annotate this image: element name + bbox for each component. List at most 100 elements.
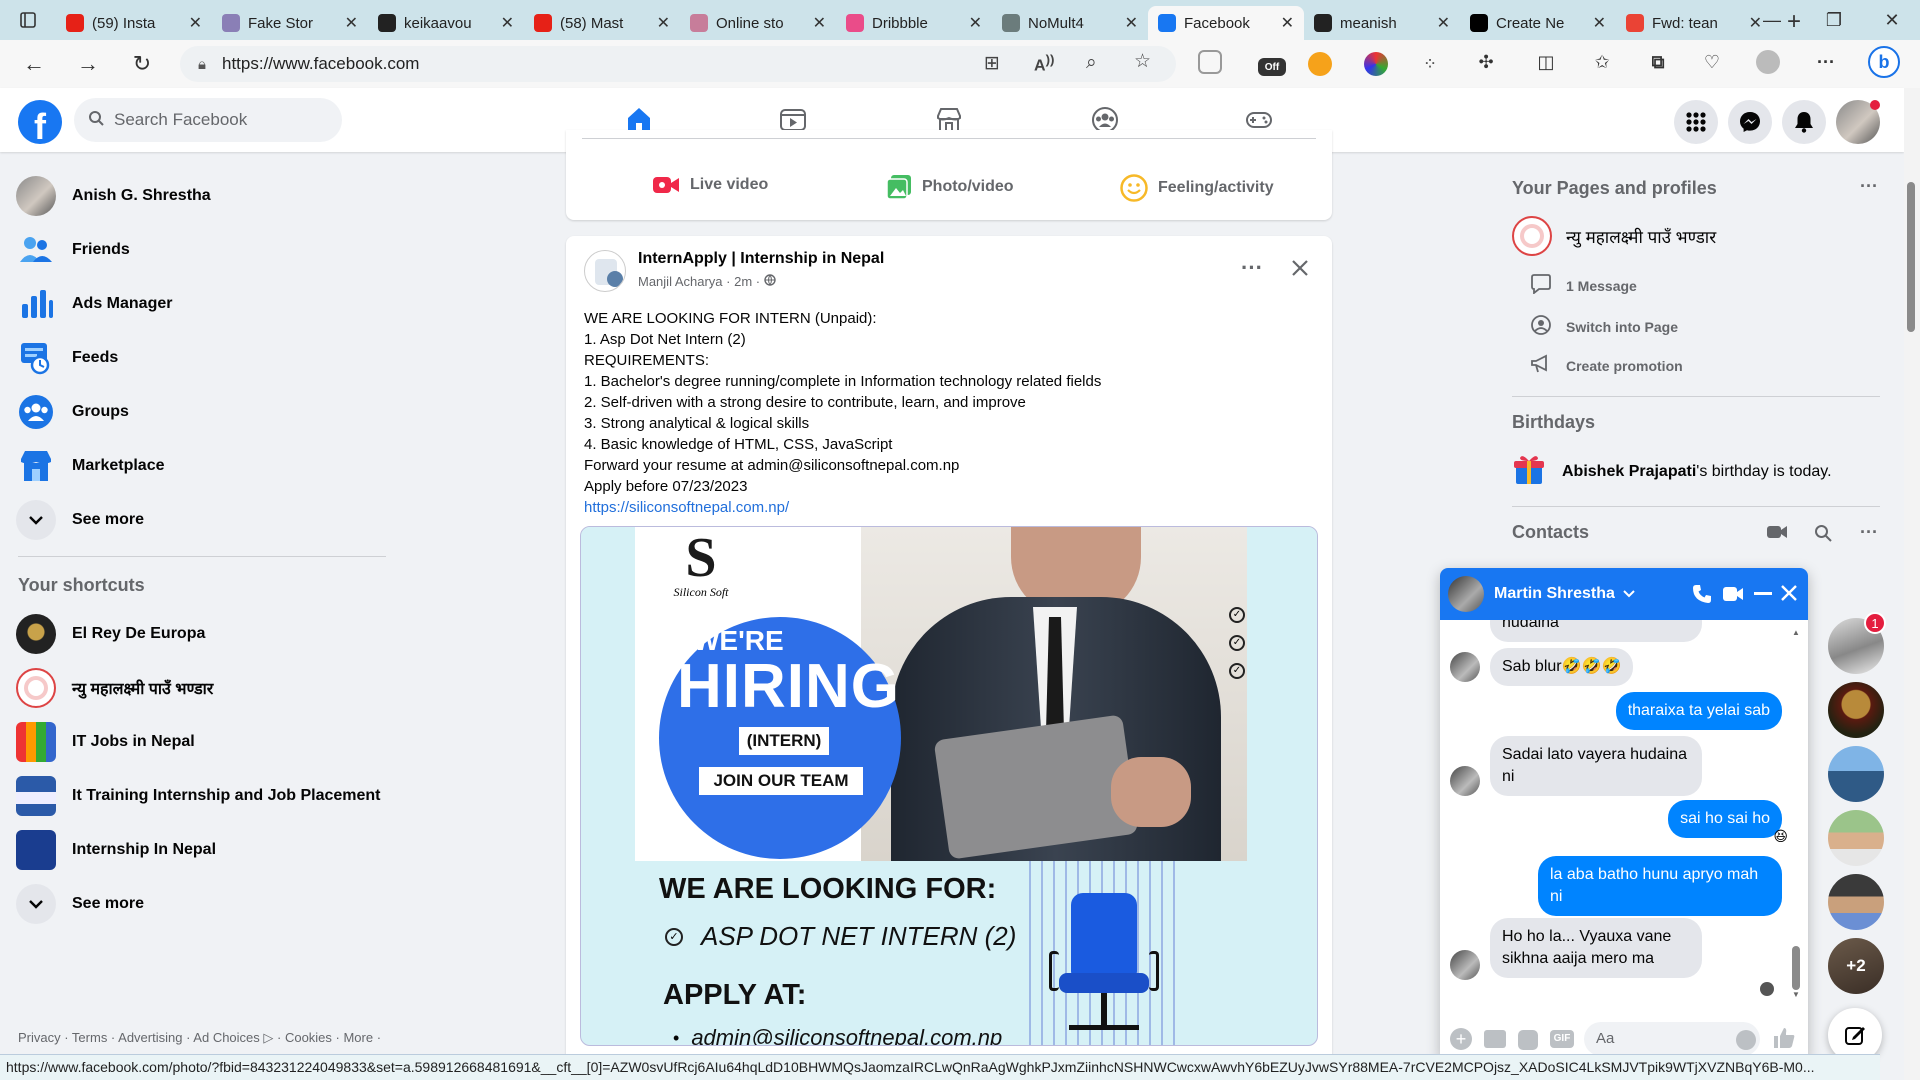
app-available-icon[interactable]: ⊞ xyxy=(984,52,1000,75)
post-image[interactable]: ✓ ✓ ✓ S Silicon Soft WE'RE HIRING (INTER… xyxy=(580,526,1318,1046)
favorites-icon[interactable]: ✩ xyxy=(1590,50,1614,74)
split-screen-icon[interactable]: ◫ xyxy=(1534,50,1558,74)
extensions-puzzle-icon[interactable]: ✣ xyxy=(1474,50,1498,74)
browser-tab[interactable]: (58) Mast ✕ xyxy=(524,6,680,40)
tab-actions-icon[interactable] xyxy=(0,0,56,40)
page-profile-item[interactable]: न्यु महालक्ष्मी पाउँ भण्डार xyxy=(1512,216,1716,256)
restore-window-button[interactable]: ❐ xyxy=(1806,0,1862,40)
pages-more-options-icon[interactable]: ··· xyxy=(1860,176,1878,197)
page-messages-link[interactable]: 1 Message xyxy=(1530,274,1637,297)
sidebar-item-marketplace[interactable]: Marketplace xyxy=(16,440,386,492)
feeling-activity-button[interactable]: Feeling/activity xyxy=(1120,174,1274,202)
sidebar-item-groups[interactable]: Groups xyxy=(16,386,386,438)
chevron-down-icon[interactable] xyxy=(1623,585,1635,603)
post-close-icon[interactable] xyxy=(1282,250,1318,286)
close-tab-icon[interactable]: ✕ xyxy=(189,13,202,33)
sidebar-see-more-button[interactable]: See more xyxy=(16,494,386,546)
forward-button[interactable]: → xyxy=(68,44,108,84)
close-tab-icon[interactable]: ✕ xyxy=(501,13,514,33)
shortcut-it-jobs-in-nepal[interactable]: IT Jobs in Nepal xyxy=(16,716,386,768)
browser-tab[interactable]: NoMult4 ✕ xyxy=(992,6,1148,40)
minimize-chat-icon[interactable] xyxy=(1754,592,1772,595)
browser-tab[interactable]: Create Ne ✕ xyxy=(1460,6,1616,40)
chat-scrollbar[interactable]: ▲ ▼ xyxy=(1792,628,1800,999)
post-page-name[interactable]: InternApply | Internship in Nepal xyxy=(638,250,884,268)
create-promotion-link[interactable]: Create promotion xyxy=(1530,354,1683,377)
settings-more-icon[interactable]: ··· xyxy=(1814,50,1838,74)
sidebar-item-profile[interactable]: Anish G. Shrestha xyxy=(16,170,386,222)
close-tab-icon[interactable]: ✕ xyxy=(1281,13,1294,33)
browser-tab[interactable]: Dribbble ✕ xyxy=(836,6,992,40)
close-tab-icon[interactable]: ✕ xyxy=(969,13,982,33)
browser-tab[interactable]: keikaavou ✕ xyxy=(368,6,524,40)
like-icon[interactable] xyxy=(1772,1026,1796,1055)
contact-avatar[interactable] xyxy=(1828,746,1884,802)
extension-1-icon[interactable] xyxy=(1198,50,1222,74)
menu-grid-button[interactable] xyxy=(1674,100,1718,144)
contacts-more-options-icon[interactable]: ··· xyxy=(1860,522,1878,543)
shortcut-internship-in-nepal[interactable]: Internship In Nepal xyxy=(16,824,386,876)
contact-avatar[interactable] xyxy=(1828,874,1884,930)
photo-video-button[interactable]: Photo/video xyxy=(886,174,1014,200)
emoji-icon[interactable] xyxy=(1736,1030,1756,1050)
sticker-icon[interactable] xyxy=(1518,1030,1538,1050)
image-icon[interactable] xyxy=(1484,1030,1506,1048)
phone-call-icon[interactable] xyxy=(1692,584,1712,609)
close-window-button[interactable]: ✕ xyxy=(1864,0,1920,40)
shortcuts-see-more-button[interactable]: See more xyxy=(16,878,386,930)
plus-icon[interactable]: + xyxy=(1450,1028,1472,1050)
chat-contact-name[interactable]: Martin Shrestha xyxy=(1494,585,1615,603)
minimize-window-button[interactable]: — xyxy=(1744,0,1800,40)
shortcut-it-training-internship[interactable]: It Training Internship and Job Placement xyxy=(16,770,386,822)
zoom-icon[interactable]: ⌕ xyxy=(1086,52,1097,74)
browser-essentials-icon[interactable]: ♡ xyxy=(1700,50,1724,74)
favorite-star-icon[interactable]: ☆ xyxy=(1134,50,1151,73)
close-chat-icon[interactable] xyxy=(1780,584,1798,607)
chat-message-input[interactable]: Aa xyxy=(1584,1022,1760,1056)
extension-orange-icon[interactable] xyxy=(1308,52,1332,76)
post-more-options-icon[interactable]: ··· xyxy=(1234,250,1270,286)
address-bar[interactable]: 🔒︎ https://www.facebook.com xyxy=(180,46,1176,82)
close-tab-icon[interactable]: ✕ xyxy=(1437,13,1450,33)
video-call-icon[interactable] xyxy=(1722,586,1744,607)
browser-profile-icon[interactable] xyxy=(1756,50,1780,74)
chat-contact-avatar[interactable] xyxy=(1448,576,1484,612)
close-tab-icon[interactable]: ✕ xyxy=(657,13,670,33)
collections-icon[interactable]: ⧉ xyxy=(1646,50,1670,74)
switch-into-page-link[interactable]: Switch into Page xyxy=(1530,314,1678,339)
footer-links[interactable]: Privacy · Terms · Advertising · Ad Choic… xyxy=(18,1030,381,1046)
extension-dots-icon[interactable]: ⁘ xyxy=(1418,52,1442,76)
back-button[interactable]: ← xyxy=(14,44,54,84)
extension-off-icon[interactable]: Off xyxy=(1258,58,1286,76)
browser-tab[interactable]: Online sto ✕ xyxy=(680,6,836,40)
birthday-item[interactable]: Abishek Prajapati's birthday is today. xyxy=(1512,452,1832,491)
close-tab-icon[interactable]: ✕ xyxy=(1593,13,1606,33)
live-video-button[interactable]: Live video xyxy=(652,174,768,196)
browser-tab[interactable]: Facebook ✕ xyxy=(1148,6,1304,40)
post-meta[interactable]: Manjil Acharya · 2m · xyxy=(638,274,760,289)
browser-tab[interactable]: Fake Stor ✕ xyxy=(212,6,368,40)
close-tab-icon[interactable]: ✕ xyxy=(1125,13,1138,33)
messenger-button[interactable] xyxy=(1728,100,1772,144)
page-scrollbar-thumb[interactable] xyxy=(1907,182,1915,332)
browser-tab[interactable]: (59) Insta ✕ xyxy=(56,6,212,40)
facebook-logo-icon[interactable]: f xyxy=(18,100,62,144)
new-room-icon[interactable] xyxy=(1766,524,1788,545)
contact-avatar[interactable] xyxy=(1828,682,1884,738)
notifications-button[interactable] xyxy=(1782,100,1826,144)
close-tab-icon[interactable]: ✕ xyxy=(345,13,358,33)
sidebar-item-feeds[interactable]: Feeds xyxy=(16,332,386,384)
page-avatar[interactable] xyxy=(584,250,626,292)
refresh-button[interactable]: ↻ xyxy=(122,44,162,84)
copilot-icon[interactable]: b xyxy=(1868,46,1900,78)
close-tab-icon[interactable]: ✕ xyxy=(813,13,826,33)
shortcut-el-rey-de-europa[interactable]: El Rey De Europa xyxy=(16,608,386,660)
extension-color-icon[interactable] xyxy=(1364,52,1388,76)
contact-avatar[interactable] xyxy=(1828,810,1884,866)
read-aloud-icon[interactable]: A)) xyxy=(1034,52,1054,75)
more-contacts-avatar[interactable]: +2 xyxy=(1828,938,1884,994)
birthday-name[interactable]: Abishek Prajapati xyxy=(1562,463,1696,480)
browser-tab[interactable]: meanish ✕ xyxy=(1304,6,1460,40)
shortcut-mahalaxmi-bhandar[interactable]: न्यु महालक्ष्मी पाउँ भण्डार xyxy=(16,662,386,714)
post-link[interactable]: https://siliconsoftnepal.com.np/ xyxy=(584,497,1101,518)
